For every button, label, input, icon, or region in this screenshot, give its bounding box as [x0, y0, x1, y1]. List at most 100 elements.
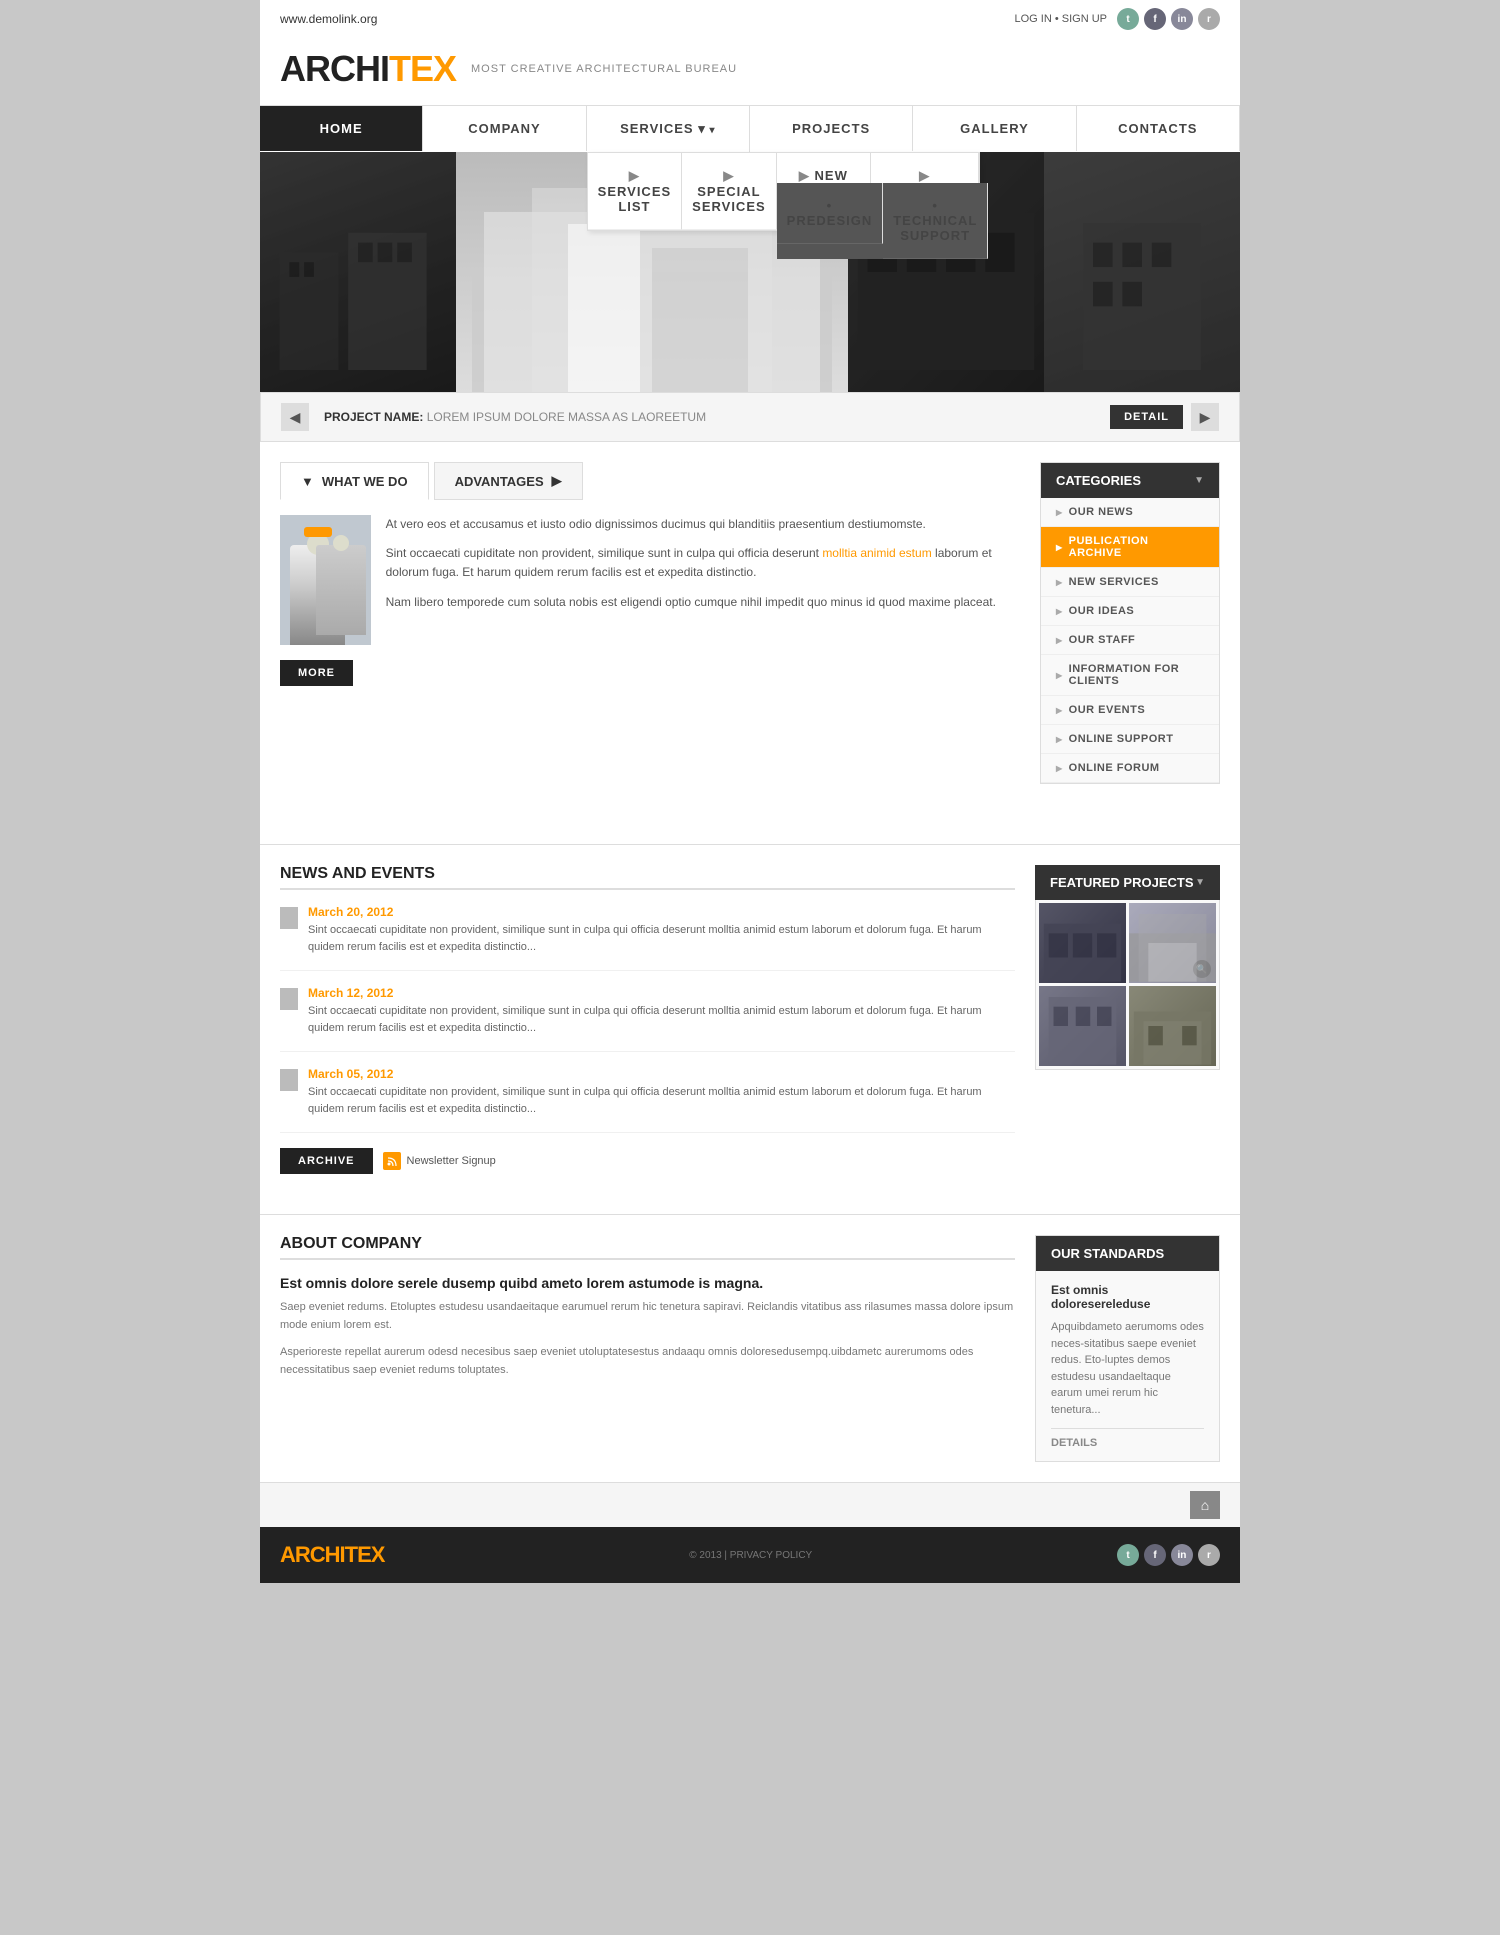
advantages-label: ADVANTAGES	[455, 474, 544, 489]
category-our-ideas[interactable]: OUR IDEAS	[1041, 597, 1219, 626]
categories-widget: CATEGORIES ▼ OUR NEWS PUBLICATION ARCHIV…	[1040, 462, 1220, 784]
category-online-forum-link[interactable]: ONLINE FORUM	[1041, 754, 1219, 782]
next-project-btn[interactable]: ▶	[1191, 403, 1219, 431]
category-online-support-link[interactable]: ONLINE SUPPORT	[1041, 725, 1219, 753]
details-btn[interactable]: DETAILS	[1051, 1428, 1204, 1449]
categories-toggle[interactable]: ▼	[1194, 475, 1204, 486]
nav-link-projects[interactable]: PROJECTS	[750, 106, 913, 151]
site-logo[interactable]: ARCHITEX	[280, 48, 456, 90]
categories-title: CATEGORIES	[1056, 473, 1141, 488]
category-our-news-link[interactable]: OUR NEWS	[1041, 498, 1219, 526]
project-thumb-2[interactable]: 🔍	[1129, 903, 1216, 983]
special-services-link[interactable]: ▶ Special Services	[682, 153, 777, 230]
sidebar: CATEGORIES ▼ OUR NEWS PUBLICATION ARCHIV…	[1040, 462, 1220, 804]
our-standards-panel: OUR STANDARDS Est omnis doloresereleduse…	[1035, 1235, 1220, 1462]
featured-projects-panel: FEATURED PROJECTS ▼ 🔍	[1035, 865, 1220, 1174]
footer-facebook-icon[interactable]: f	[1144, 1544, 1166, 1566]
category-online-forum[interactable]: ONLINE FORUM	[1041, 754, 1219, 783]
category-publication-archive[interactable]: PUBLICATION ARCHIVE	[1041, 527, 1219, 568]
category-pub-archive-link[interactable]: PUBLICATION ARCHIVE	[1041, 527, 1219, 567]
news-text-3: Sint occaecati cupiditate non provident,…	[308, 1084, 1015, 1117]
content-para-3: Nam libero temporede cum soluta nobis es…	[386, 593, 1020, 612]
news-title: NEWS AND EVENTS	[280, 865, 1015, 890]
dropdown-item-special[interactable]: ▶ Special Services Predesign Technical S…	[682, 153, 777, 230]
footer-linkedin-icon[interactable]: in	[1171, 1544, 1193, 1566]
nav-link-contacts[interactable]: CONTACTS	[1077, 106, 1240, 151]
nav-link-services[interactable]: SERVICES ▾	[587, 106, 750, 152]
featured-title: FEATURED PROJECTS	[1050, 875, 1194, 890]
dropdown-item-services-list[interactable]: ▶ Services List	[588, 153, 683, 230]
footer-twitter-icon[interactable]: t	[1117, 1544, 1139, 1566]
nav-item-contacts[interactable]: CONTACTS	[1077, 106, 1240, 152]
category-info-clients[interactable]: INFORMATION FOR CLIENTS	[1041, 655, 1219, 696]
services-dropdown: ▶ Services List ▶ Special Services Prede…	[587, 152, 981, 231]
standards-subtitle: Est omnis doloresereleduse	[1051, 1283, 1204, 1311]
news-section: NEWS AND EVENTS March 20, 2012 Sint occa…	[260, 865, 1240, 1194]
news-text-2: Sint occaecati cupiditate non provident,…	[308, 1003, 1015, 1036]
footer-social: t f in r	[1117, 1544, 1220, 1566]
news-events: NEWS AND EVENTS March 20, 2012 Sint occa…	[280, 865, 1220, 1174]
project-thumb-3[interactable]	[1039, 986, 1126, 1066]
news-text-1: Sint occaecati cupiditate non provident,…	[308, 922, 1015, 955]
nav-link-home[interactable]: HOME	[260, 106, 423, 151]
content-para-2: Sint occaecati cupiditate non provident,…	[386, 544, 1020, 582]
category-our-news[interactable]: OUR NEWS	[1041, 498, 1219, 527]
project-thumb-4[interactable]	[1129, 986, 1216, 1066]
technical-support-link[interactable]: Technical Support	[883, 183, 988, 259]
project-info: PROJECT NAME: LOREM IPSUM DOLORE MASSA A…	[309, 410, 1110, 424]
news-content-1: March 20, 2012 Sint occaecati cupiditate…	[308, 905, 1015, 955]
sub-item-technical-support[interactable]: Technical Support	[883, 183, 988, 259]
login-link[interactable]: LOG IN	[1014, 13, 1051, 25]
linkedin-icon[interactable]: in	[1171, 8, 1193, 30]
sub-item-predesign[interactable]: Predesign	[777, 183, 884, 259]
tab-advantages[interactable]: ADVANTAGES ▶	[434, 462, 583, 500]
category-our-staff-link[interactable]: OUR STAFF	[1041, 626, 1219, 654]
category-our-ideas-link[interactable]: OUR IDEAS	[1041, 597, 1219, 625]
home-icon-btn[interactable]: ⌂	[1190, 1491, 1220, 1519]
news-item-1: March 20, 2012 Sint occaecati cupiditate…	[280, 905, 1015, 971]
tab-what-we-do[interactable]: ▼ WHAT WE DO	[280, 462, 429, 500]
prev-project-btn[interactable]: ◀	[281, 403, 309, 431]
signup-link[interactable]: SIGN UP	[1062, 13, 1107, 25]
news-date-1: March 20, 2012	[308, 905, 1015, 919]
about-headline: Est omnis dolore serele dusemp quibd ame…	[280, 1275, 1015, 1291]
nav-item-projects[interactable]: PROJECTS	[750, 106, 913, 152]
nav-item-company[interactable]: COMPANY	[423, 106, 586, 152]
facebook-icon[interactable]: f	[1144, 8, 1166, 30]
content-area: ▼ WHAT WE DO ADVANTAGES ▶	[280, 462, 1020, 804]
twitter-icon[interactable]: t	[1117, 8, 1139, 30]
categories-list: OUR NEWS PUBLICATION ARCHIVE NEW SERVICE…	[1041, 498, 1219, 783]
category-our-events-link[interactable]: OUR EVENTS	[1041, 696, 1219, 724]
archive-btn[interactable]: ARCHIVE	[280, 1148, 373, 1174]
news-content-3: March 05, 2012 Sint occaecati cupiditate…	[308, 1067, 1015, 1117]
detail-btn[interactable]: DETAIL	[1110, 405, 1183, 429]
news-actions: ARCHIVE Newsletter Signup	[280, 1148, 1015, 1174]
more-btn[interactable]: MORE	[280, 660, 353, 686]
category-our-staff[interactable]: OUR STAFF	[1041, 626, 1219, 655]
category-online-support[interactable]: ONLINE SUPPORT	[1041, 725, 1219, 754]
site-url: www.demolink.org	[280, 12, 377, 26]
newsletter-text[interactable]: Newsletter Signup	[407, 1155, 496, 1167]
predesign-link[interactable]: Predesign	[777, 183, 884, 244]
category-new-services-link[interactable]: NEW SERVICES	[1041, 568, 1219, 596]
news-date-3: March 05, 2012	[308, 1067, 1015, 1081]
news-list: NEWS AND EVENTS March 20, 2012 Sint occa…	[280, 865, 1015, 1174]
category-new-services[interactable]: NEW SERVICES	[1041, 568, 1219, 597]
services-list-link[interactable]: ▶ Services List	[588, 153, 683, 230]
footer: ARCHITEX © 2013 | PRIVACY POLICY t f in …	[260, 1527, 1240, 1583]
category-our-events[interactable]: OUR EVENTS	[1041, 696, 1219, 725]
nav-link-company[interactable]: COMPANY	[423, 106, 586, 151]
logo-area: ARCHITEX MOST CREATIVE ARCHITECTURAL BUR…	[260, 38, 1240, 105]
news-item-2: March 12, 2012 Sint occaecati cupiditate…	[280, 986, 1015, 1052]
newsletter-rss-icon	[383, 1152, 401, 1170]
content-link[interactable]: molltia animid estum	[822, 546, 931, 560]
nav-item-services[interactable]: SERVICES ▾ ▶ Services List ▶ Special Ser…	[587, 106, 750, 152]
rss-icon[interactable]: r	[1198, 8, 1220, 30]
featured-toggle[interactable]: ▼	[1195, 877, 1205, 888]
nav-item-home[interactable]: HOME	[260, 106, 423, 152]
footer-rss-icon[interactable]: r	[1198, 1544, 1220, 1566]
project-thumb-1[interactable]	[1039, 903, 1126, 983]
nav-item-gallery[interactable]: GALLERY	[913, 106, 1076, 152]
category-info-clients-link[interactable]: INFORMATION FOR CLIENTS	[1041, 655, 1219, 695]
nav-link-gallery[interactable]: GALLERY	[913, 106, 1076, 151]
